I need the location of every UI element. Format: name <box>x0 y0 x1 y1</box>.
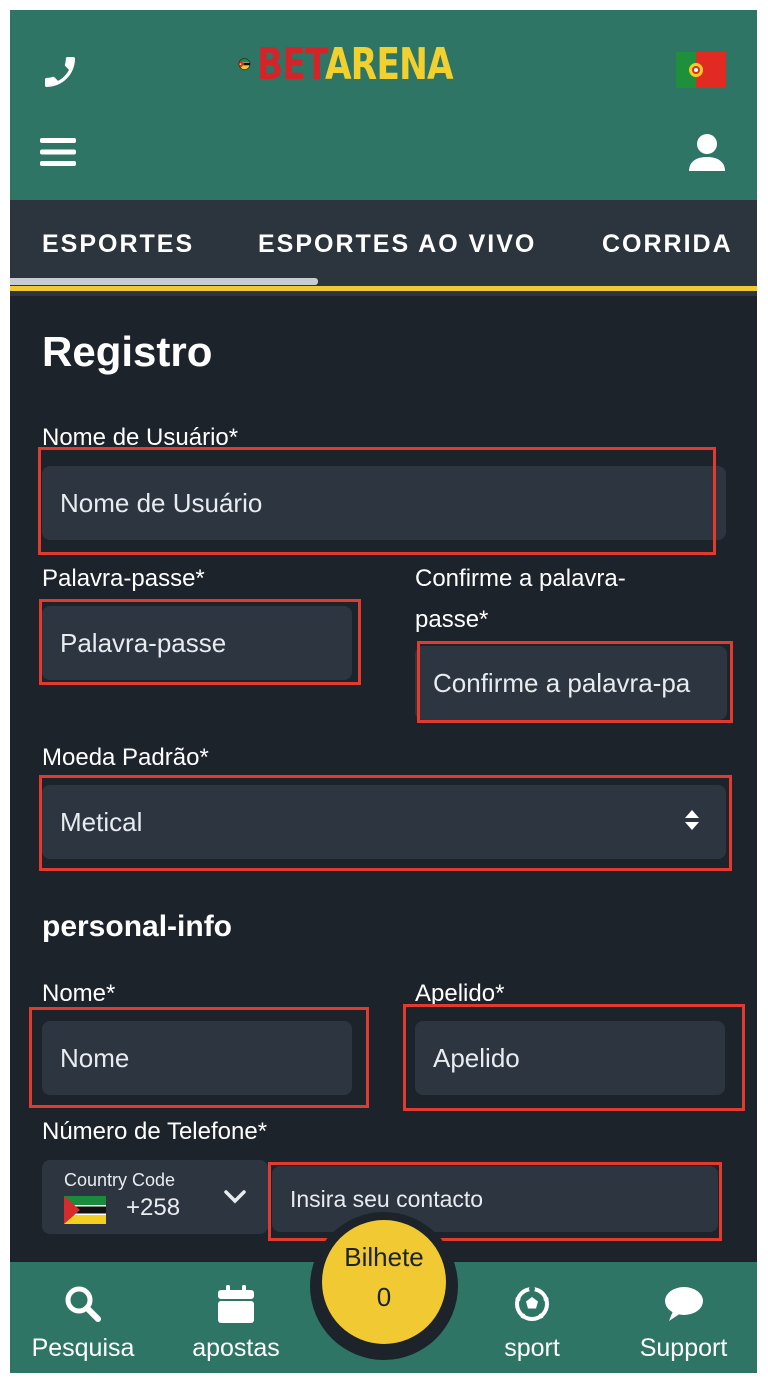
tab-corrida[interactable]: CORRIDA <box>602 224 733 264</box>
select-arrows-icon <box>685 810 699 830</box>
nav-sport[interactable]: sport <box>460 1262 604 1373</box>
portugal-flag-icon[interactable] <box>676 52 726 88</box>
nav-sport-label: sport <box>504 1334 560 1362</box>
first-name-input[interactable]: Nome <box>42 1021 352 1095</box>
nav-bets[interactable]: apostas <box>162 1262 310 1373</box>
tab-esportes[interactable]: ESPORTES <box>42 224 194 264</box>
currency-value: Metical <box>60 806 143 837</box>
app-frame: BETARENA ESPORTES ESPORTES AO VIVO CORRI… <box>10 10 757 1373</box>
chevron-down-icon <box>224 1190 246 1204</box>
last-name-placeholder: Apelido <box>433 1042 520 1073</box>
tabs-divider <box>10 286 757 291</box>
betarena-logo[interactable]: BETARENA <box>238 34 508 94</box>
nav-bets-label: apostas <box>192 1334 280 1362</box>
tab-esportes-ao-vivo[interactable]: ESPORTES AO VIVO <box>258 224 536 264</box>
currency-label: Moeda Padrão* <box>42 744 209 771</box>
nav-support[interactable]: Support <box>610 1262 757 1373</box>
password-input[interactable]: Palavra-passe <box>42 606 352 680</box>
betslip-count: 0 <box>376 1282 392 1312</box>
first-name-placeholder: Nome <box>60 1042 130 1073</box>
phone-number-input[interactable]: Insira seu contacto <box>272 1166 718 1232</box>
nav-search[interactable]: Pesquisa <box>10 1262 156 1373</box>
phone-number-placeholder: Insira seu contacto <box>290 1185 484 1212</box>
logo-text-bet: BET <box>256 38 326 90</box>
header: BETARENA <box>10 10 757 200</box>
active-tab-indicator <box>10 278 318 285</box>
password-label: Palavra-passe* <box>42 565 205 592</box>
last-name-label: Apelido* <box>415 980 505 1007</box>
user-icon[interactable] <box>682 128 732 178</box>
logo-text-arena: ARENA <box>324 38 454 90</box>
confirm-password-placeholder: Confirme a palavra-pa <box>433 667 691 698</box>
phone-label: Número de Telefone* <box>42 1118 268 1145</box>
chat-bubble-icon <box>662 1282 706 1326</box>
country-code-label: Country Code <box>64 1170 176 1190</box>
confirm-password-label-line1: Confirme a palavra- <box>415 565 626 592</box>
mozambique-flag-icon <box>64 1196 106 1224</box>
search-icon <box>61 1282 105 1326</box>
confirm-password-label-line2: passe* <box>415 606 489 633</box>
first-name-label: Nome* <box>42 980 116 1007</box>
betslip-button[interactable]: Bilhete 0 <box>322 1220 446 1344</box>
country-code-value: +258 <box>126 1194 181 1221</box>
last-name-input[interactable]: Apelido <box>415 1021 725 1095</box>
phone-icon[interactable] <box>36 48 84 96</box>
nav-support-label: Support <box>639 1334 728 1362</box>
username-placeholder: Nome de Usuário <box>60 487 263 518</box>
section-title-personal-info: personal-info <box>42 910 233 943</box>
password-placeholder: Palavra-passe <box>60 627 227 658</box>
page-title: Registro <box>42 328 213 375</box>
username-label: Nome de Usuário* <box>42 424 239 451</box>
mozambique-flag-icon <box>238 58 251 70</box>
username-input[interactable]: Nome de Usuário <box>42 466 726 540</box>
calendar-icon <box>214 1282 258 1326</box>
currency-select[interactable]: Metical <box>42 785 726 859</box>
menu-icon[interactable] <box>36 132 80 172</box>
confirm-password-input[interactable]: Confirme a palavra-pa <box>415 646 727 720</box>
betslip-label: Bilhete <box>344 1242 424 1272</box>
nav-search-label: Pesquisa <box>31 1334 135 1362</box>
country-code-select[interactable]: Country Code +258 <box>42 1160 268 1234</box>
soccer-ball-icon <box>510 1282 554 1326</box>
